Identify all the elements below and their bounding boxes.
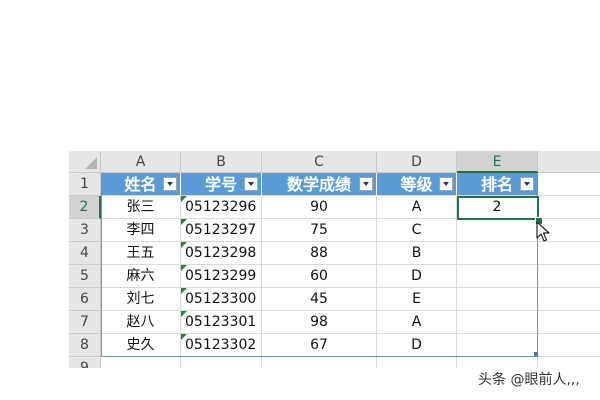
cell-grade[interactable]: A <box>377 196 457 219</box>
cell-grade[interactable]: D <box>377 334 457 357</box>
cell-math-score[interactable]: 98 <box>262 311 377 334</box>
text-number-indicator-icon <box>181 219 187 225</box>
filter-dropdown-icon[interactable] <box>520 177 534 191</box>
table-header-cell[interactable]: 姓名 <box>101 173 181 196</box>
row-header-6[interactable]: 6 <box>69 288 101 311</box>
row-header-1[interactable]: 1 <box>69 173 101 196</box>
cell-math-score[interactable]: 88 <box>262 242 377 265</box>
column-header-f[interactable] <box>538 151 600 173</box>
cell-empty[interactable] <box>538 357 600 368</box>
select-all-corner[interactable] <box>69 151 101 173</box>
cell-name[interactable]: 李四 <box>101 219 181 242</box>
text-number-indicator-icon <box>181 196 187 202</box>
cell-grade[interactable]: A <box>377 311 457 334</box>
text-number-indicator-icon <box>181 265 187 271</box>
page: A B C D E 1 2 3 4 5 6 7 8 9 姓名 学号 数学成绩 等… <box>0 0 600 400</box>
row-header-7[interactable]: 7 <box>69 311 101 334</box>
header-id-label: 学号 <box>204 174 237 194</box>
cell-math-score[interactable]: 45 <box>262 288 377 311</box>
cell-rank[interactable] <box>457 334 538 357</box>
cell-f1[interactable] <box>538 173 600 196</box>
text-number-indicator-icon <box>181 242 187 248</box>
header-name-label: 姓名 <box>124 174 157 194</box>
cell-student-id[interactable]: 05123300 <box>181 288 262 311</box>
row-header-9[interactable]: 9 <box>69 357 101 368</box>
cell-name[interactable]: 王五 <box>101 242 181 265</box>
column-header-d[interactable]: D <box>377 151 457 173</box>
cell-empty[interactable] <box>377 357 457 368</box>
cell-student-id[interactable]: 05123296 <box>181 196 262 219</box>
select-all-triangle-icon <box>85 157 97 169</box>
cell-f[interactable] <box>538 196 600 219</box>
cell-grade[interactable]: D <box>377 265 457 288</box>
cell-f[interactable] <box>538 334 600 357</box>
header-grade-label: 等级 <box>400 174 433 194</box>
cell-student-id[interactable]: 05123301 <box>181 311 262 334</box>
text-number-indicator-icon <box>181 334 187 340</box>
table-header-cell[interactable]: 排名 <box>457 173 538 196</box>
column-header-e[interactable]: E <box>457 151 538 173</box>
row-header-5[interactable]: 5 <box>69 265 101 288</box>
column-header-a[interactable]: A <box>101 151 181 173</box>
table-header-cell[interactable]: 数学成绩 <box>262 173 377 196</box>
cell-grade[interactable]: E <box>377 288 457 311</box>
cell-math-score[interactable]: 67 <box>262 334 377 357</box>
row-header-3[interactable]: 3 <box>69 219 101 242</box>
cell-empty[interactable] <box>262 357 377 368</box>
row-header-8[interactable]: 8 <box>69 334 101 357</box>
filter-dropdown-icon[interactable] <box>244 177 258 191</box>
table-header-cell[interactable]: 等级 <box>377 173 457 196</box>
cell-name[interactable]: 赵八 <box>101 311 181 334</box>
row-header-2[interactable]: 2 <box>69 196 101 219</box>
filter-dropdown-icon[interactable] <box>163 177 177 191</box>
cell-rank[interactable] <box>457 311 538 334</box>
cell-name[interactable]: 史久 <box>101 334 181 357</box>
text-number-indicator-icon <box>181 311 187 317</box>
spreadsheet-grid: A B C D E 1 2 3 4 5 6 7 8 9 姓名 学号 数学成绩 等… <box>69 151 600 368</box>
header-rank-label: 排名 <box>480 174 513 194</box>
cell-student-id[interactable]: 05123297 <box>181 219 262 242</box>
cell-math-score[interactable]: 90 <box>262 196 377 219</box>
cell-math-score[interactable]: 60 <box>262 265 377 288</box>
cell-rank[interactable] <box>457 219 538 242</box>
cell-student-id[interactable]: 05123299 <box>181 265 262 288</box>
column-header-c[interactable]: C <box>262 151 377 173</box>
row-header-4[interactable]: 4 <box>69 242 101 265</box>
watermark-text: 头条 @眼前人,,, <box>478 372 580 388</box>
table-resize-handle[interactable] <box>534 352 538 356</box>
cell-rank[interactable] <box>457 242 538 265</box>
header-math-score-label: 数学成绩 <box>286 174 351 194</box>
cell-f[interactable] <box>538 265 600 288</box>
cell-empty[interactable] <box>101 357 181 368</box>
cell-rank[interactable]: 2 <box>457 196 538 219</box>
cell-empty[interactable] <box>181 357 262 368</box>
cell-rank[interactable] <box>457 288 538 311</box>
mouse-pointer-icon <box>536 221 550 242</box>
cell-rank[interactable] <box>457 265 538 288</box>
filter-dropdown-icon[interactable] <box>439 177 453 191</box>
text-number-indicator-icon <box>181 288 187 294</box>
column-header-b[interactable]: B <box>181 151 262 173</box>
cell-student-id[interactable]: 05123302 <box>181 334 262 357</box>
cell-name[interactable]: 刘七 <box>101 288 181 311</box>
cell-f[interactable] <box>538 288 600 311</box>
cell-f[interactable] <box>538 242 600 265</box>
cell-student-id[interactable]: 05123298 <box>181 242 262 265</box>
cell-empty[interactable] <box>457 357 538 368</box>
cell-name[interactable]: 麻六 <box>101 265 181 288</box>
filter-dropdown-icon[interactable] <box>359 177 373 191</box>
cell-grade[interactable]: C <box>377 219 457 242</box>
cell-f[interactable] <box>538 311 600 334</box>
table-header-cell[interactable]: 学号 <box>181 173 262 196</box>
cell-grade[interactable]: B <box>377 242 457 265</box>
cell-name[interactable]: 张三 <box>101 196 181 219</box>
cell-math-score[interactable]: 75 <box>262 219 377 242</box>
